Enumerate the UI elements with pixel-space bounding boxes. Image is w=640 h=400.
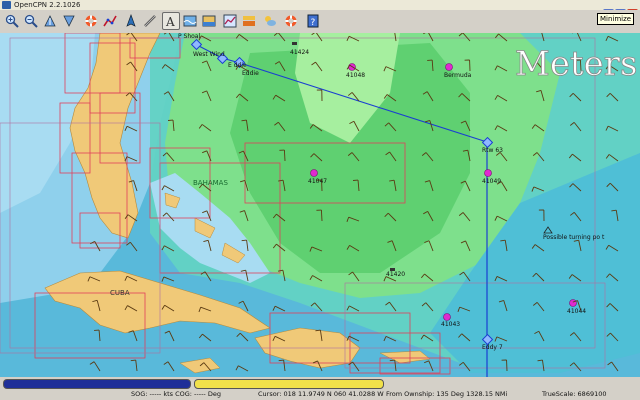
label-41047: 41047	[308, 178, 328, 185]
lifebuoy-icon	[285, 15, 297, 27]
units-watermark: Meters	[515, 44, 637, 84]
weather-button[interactable]	[261, 12, 279, 30]
scale-out-icon	[63, 15, 75, 27]
help-button[interactable]: ?	[304, 12, 322, 30]
man-overboard-button[interactable]	[282, 12, 300, 30]
settings-button[interactable]	[221, 12, 239, 30]
route-manager-button[interactable]	[82, 12, 100, 30]
lifebuoy-icon	[85, 15, 97, 27]
status-sog-cog: SOG: ----- kts COG: ----- Deg	[131, 390, 221, 398]
create-route-button[interactable]	[101, 12, 119, 30]
chart-canvas[interactable]: Meters BAHAMAS CUBA P Shoal West Wind E …	[0, 33, 640, 377]
status-ownship: From Ownship: 135 Deg 1328.15 NMi	[386, 390, 508, 398]
label-bahamas: BAHAMAS	[193, 179, 228, 187]
label-p-shoal: P Shoal	[178, 33, 201, 40]
status-cursor: Cursor: 018 11.9749 N 060 41.0288 W	[258, 390, 384, 398]
zoom-out-button[interactable]	[22, 12, 40, 30]
label-41424: 41424	[290, 49, 310, 56]
minimize-tooltip: Minimize	[597, 13, 635, 25]
zoom-in-button[interactable]	[3, 12, 21, 30]
chart-bar-yellow[interactable]	[194, 379, 384, 389]
label-eddie: Eddie	[242, 70, 259, 77]
status-truescale: TrueScale: 6869100	[542, 390, 607, 398]
toolbar: A ?	[0, 10, 640, 34]
label-west-wind: West Wind	[193, 51, 225, 58]
current-button[interactable]	[181, 12, 199, 30]
label-eddy7: Eddy 7	[482, 344, 503, 351]
current-icon	[183, 15, 197, 27]
window-title: OpenCPN 2.2.1026	[14, 1, 81, 9]
tide-icon	[202, 15, 216, 27]
scale-in-icon	[44, 15, 56, 27]
label-bermuda: Bermuda	[444, 72, 472, 79]
route-icon	[103, 15, 117, 27]
wind-barb-feather	[130, 359, 136, 362]
ship-icon	[126, 14, 136, 27]
zoom-in-icon	[5, 14, 19, 28]
status-bar: SOG: ----- kts COG: ----- Deg Cursor: 01…	[0, 377, 640, 400]
layers-icon	[243, 16, 255, 26]
weather-icon	[265, 16, 276, 26]
label-41043: 41043	[441, 321, 461, 328]
settings-icon	[223, 14, 237, 28]
label-eddie-top: E ddie	[228, 62, 247, 69]
label-41420: 41420	[386, 271, 406, 278]
wind-barb-feather	[389, 359, 395, 362]
wind-barb-feather	[278, 359, 284, 362]
text-button[interactable]: A	[162, 12, 180, 30]
tide-button[interactable]	[200, 12, 218, 30]
help-icon: ?	[307, 14, 319, 28]
label-41049: 41049	[482, 178, 502, 185]
wind-barb	[283, 149, 286, 162]
scale-out-button[interactable]	[60, 12, 78, 30]
measure-button[interactable]	[141, 12, 159, 30]
chart-display-button[interactable]	[240, 12, 258, 30]
chart-bar-blue[interactable]	[3, 379, 191, 389]
zoom-out-icon	[24, 14, 38, 28]
auto-follow-button[interactable]	[122, 12, 140, 30]
label-41044: 41044	[567, 308, 587, 315]
app-icon	[2, 1, 11, 9]
svg-text:A: A	[165, 15, 175, 28]
svg-text:?: ?	[311, 18, 316, 28]
scale-in-button[interactable]	[41, 12, 59, 30]
wind-barb-feather	[241, 239, 247, 242]
label-turning-point: Possible turning po t	[543, 234, 605, 241]
ruler-icon	[144, 15, 156, 27]
wind-barb	[320, 209, 323, 222]
label-cuba: CUBA	[110, 289, 130, 297]
text-icon: A	[165, 15, 175, 28]
label-41048: 41048	[346, 72, 366, 79]
label-rtw63: Rtw 63	[482, 147, 503, 154]
